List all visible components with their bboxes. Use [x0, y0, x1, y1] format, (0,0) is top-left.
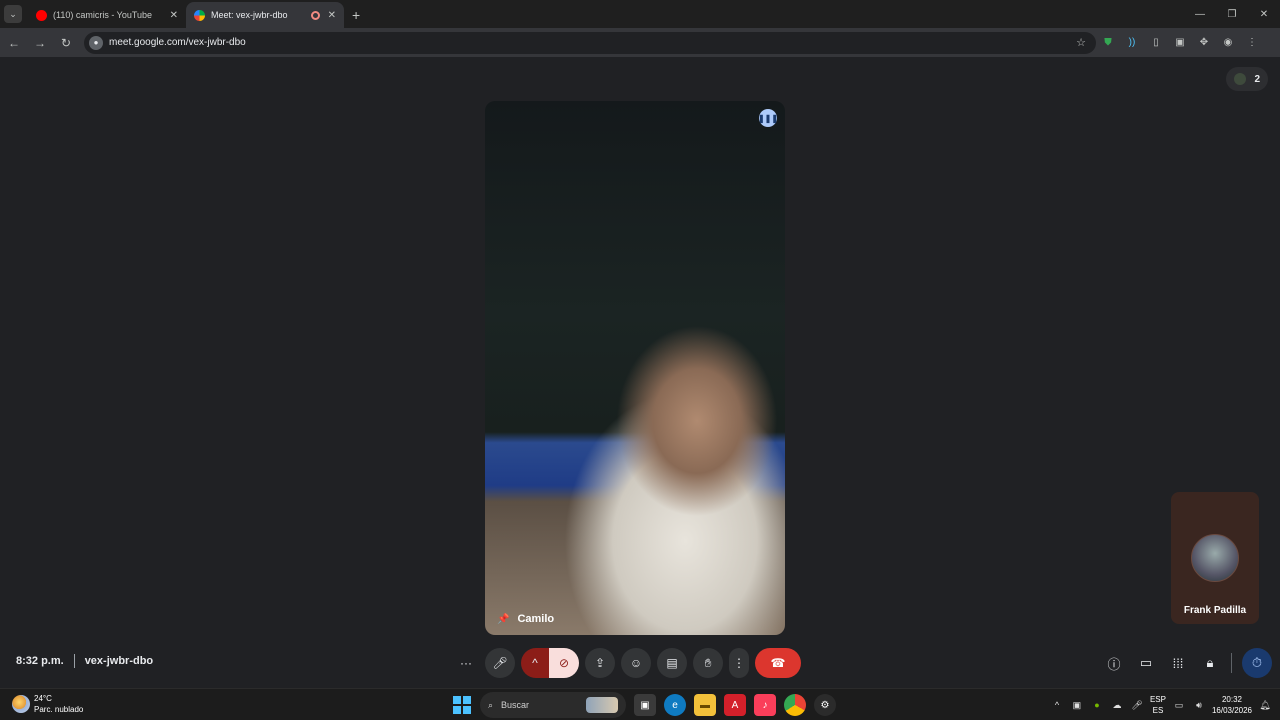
- main-video-tile[interactable]: ❚❚❚ 📌 Camilo: [485, 101, 785, 635]
- chat-icon[interactable]: ▭: [1135, 648, 1157, 678]
- reload-icon[interactable]: ↻: [54, 31, 78, 55]
- adobe-app-icon[interactable]: A: [724, 694, 746, 716]
- meeting-code: vex-jwbr-dbo: [84, 655, 154, 667]
- speaking-indicator-icon: ❚❚❚: [758, 109, 778, 127]
- clock-date: 16/03/2026: [1211, 706, 1252, 715]
- weather-widget[interactable]: 24°C Parc. nublado: [12, 693, 83, 715]
- host-controls-lock-icon[interactable]: 🔒︎: [1199, 648, 1221, 678]
- self-video-tile[interactable]: Frank Padilla: [1171, 492, 1259, 624]
- music-app-icon[interactable]: ♪: [754, 694, 776, 716]
- close-window-button[interactable]: ✕: [1248, 0, 1280, 28]
- extensions-puzzle-icon[interactable]: ✥: [1192, 32, 1216, 54]
- input-language[interactable]: ESP ES: [1150, 694, 1166, 716]
- emoji-reactions-button[interactable]: ☺: [621, 648, 651, 678]
- more-horizontal-icon[interactable]: ···: [453, 648, 479, 678]
- captions-button[interactable]: ▤: [657, 648, 687, 678]
- weather-partly-cloudy-icon: [12, 695, 30, 713]
- shield-extension-icon[interactable]: ⛊: [1096, 32, 1120, 54]
- tab-title: Meet: vex-jwbr-dbo: [211, 10, 288, 20]
- activities-grid-icon[interactable]: ⁞⁞⁞: [1167, 648, 1189, 678]
- meet-stage: 2 ❚❚❚ 📌 Camilo Frank Padilla 8:32 p.m. v…: [0, 57, 1280, 688]
- search-placeholder: Buscar: [501, 700, 530, 710]
- site-info-icon[interactable]: ●: [89, 35, 103, 50]
- search-highlight-image: [586, 697, 618, 713]
- show-hidden-icons-chevron-icon[interactable]: ^: [1050, 698, 1064, 712]
- raise-hand-button[interactable]: ✋︎: [693, 648, 723, 678]
- restore-button[interactable]: ❐: [1216, 0, 1248, 28]
- recording-indicator-icon: [310, 10, 320, 20]
- meeting-info: 8:32 p.m. vex-jwbr-dbo: [16, 654, 153, 668]
- weather-desc: Parc. nublado: [34, 705, 84, 714]
- camera-off-button[interactable]: ⊘: [549, 648, 579, 678]
- tray-nvidia-icon[interactable]: ●: [1090, 698, 1104, 712]
- taskbar-clock[interactable]: 20:32 16/03/2026: [1212, 694, 1252, 716]
- call-controls: ··· 🎤︎ ^ ⊘ ⇪ ☺ ▤ ✋︎ ⋮ ☎︎: [453, 647, 801, 679]
- meeting-time: 8:32 p.m.: [16, 655, 64, 667]
- participant-count-badge[interactable]: 2: [1226, 67, 1268, 91]
- windows-taskbar: 24°C Parc. nublado ⌕ Buscar ▣ e ▬ A ♪ ⚙︎…: [0, 688, 1280, 720]
- side-participant-name: Frank Padilla: [1183, 605, 1247, 616]
- tab-title: (110) camicris - YouTube: [53, 10, 153, 20]
- new-tab-button[interactable]: +: [352, 7, 360, 23]
- divider: [73, 654, 75, 668]
- tray-app-icon[interactable]: ▣: [1070, 698, 1084, 712]
- notifications-bell-icon[interactable]: 🔔︎: [1258, 698, 1272, 712]
- tab-close-icon[interactable]: ✕: [170, 10, 178, 21]
- participant-avatar: [1234, 73, 1247, 85]
- clock-time: 20:32: [1221, 695, 1242, 704]
- url-text: meet.google.com/vex-jwbr-dbo: [109, 37, 246, 48]
- tab-meet[interactable]: Meet: vex-jwbr-dbo ✕: [186, 2, 344, 28]
- chatgpt-app-icon[interactable]: ⚙︎: [814, 694, 836, 716]
- system-tray: ^ ▣ ● ☁ 🎤︎ ESP ES ▭ 🔊︎ 20:32 16/03/2026 …: [1050, 692, 1272, 718]
- weather-temp: 24°C: [34, 694, 52, 703]
- participant-count: 2: [1254, 73, 1260, 85]
- divider: [1231, 653, 1232, 673]
- meet-favicon-icon: [194, 9, 205, 21]
- youtube-favicon-icon: [36, 9, 47, 21]
- taskbar-apps: ⌕ Buscar ▣ e ▬ A ♪ ⚙︎: [452, 692, 836, 718]
- microphone-tray-icon[interactable]: 🎤︎: [1130, 698, 1144, 712]
- camera-options-chevron-icon[interactable]: ^: [521, 648, 549, 678]
- onedrive-cloud-icon[interactable]: ☁: [1110, 698, 1124, 712]
- address-bar[interactable]: ● meet.google.com/vex-jwbr-dbo ☆: [84, 31, 1096, 54]
- edge-browser-icon[interactable]: e: [664, 694, 686, 716]
- search-icon: ⌕: [488, 699, 494, 710]
- microphone-button[interactable]: 🎤︎: [485, 648, 515, 678]
- side-panel-controls: ⓘ ▭ ⁞⁞⁞ 🔒︎ ⏱︎: [1103, 647, 1272, 679]
- more-options-button[interactable]: ⋮: [729, 648, 749, 678]
- profile-avatar-icon[interactable]: ◉: [1216, 32, 1240, 54]
- keyboard-layout: ES: [1152, 706, 1164, 715]
- chrome-browser-icon[interactable]: [784, 694, 806, 716]
- window-controls: — ❐ ✕: [1184, 0, 1280, 28]
- end-call-button[interactable]: ☎︎: [755, 648, 801, 678]
- volume-icon[interactable]: 🔊︎: [1192, 698, 1206, 712]
- pin-icon[interactable]: 📌: [497, 614, 509, 625]
- browser-toolbar: ← → ↻ ● meet.google.com/vex-jwbr-dbo ☆ ⛊…: [0, 28, 1280, 57]
- tab-search-icon[interactable]: ⌄: [4, 5, 22, 23]
- forward-icon[interactable]: →: [28, 31, 52, 55]
- main-participant-name: Camilo: [517, 613, 555, 625]
- tab-youtube[interactable]: (110) camicris - YouTube ✕: [28, 2, 186, 28]
- taskbar-search[interactable]: ⌕ Buscar: [480, 692, 626, 718]
- meeting-details-info-icon[interactable]: ⓘ: [1103, 648, 1125, 678]
- browser-menu-icon[interactable]: ⋮: [1240, 32, 1264, 54]
- tile-name-label: 📌 Camilo: [497, 613, 554, 625]
- bookmark-star-icon[interactable]: ☆: [1076, 36, 1086, 49]
- network-icon[interactable]: ▭: [1172, 698, 1186, 712]
- task-view-icon[interactable]: ▣: [634, 694, 656, 716]
- participant-avatar: [1191, 534, 1239, 582]
- file-explorer-icon[interactable]: ▬: [694, 694, 716, 716]
- audio-extension-icon[interactable]: )): [1120, 32, 1144, 54]
- language-code: ESP: [1149, 695, 1166, 704]
- minimize-button[interactable]: —: [1184, 0, 1216, 28]
- present-screen-button[interactable]: ⇪: [585, 648, 615, 678]
- browser-tab-strip: ⌄ (110) camicris - YouTube ✕ Meet: vex-j…: [0, 0, 1280, 28]
- tab-close-icon[interactable]: ✕: [328, 10, 336, 21]
- timer-icon[interactable]: ⏱︎: [1242, 648, 1272, 678]
- translate-extension-icon[interactable]: ▣: [1168, 32, 1192, 54]
- bookmark-extension-icon[interactable]: ▯: [1144, 32, 1168, 54]
- windows-start-icon[interactable]: [452, 695, 472, 715]
- back-icon[interactable]: ←: [2, 31, 26, 55]
